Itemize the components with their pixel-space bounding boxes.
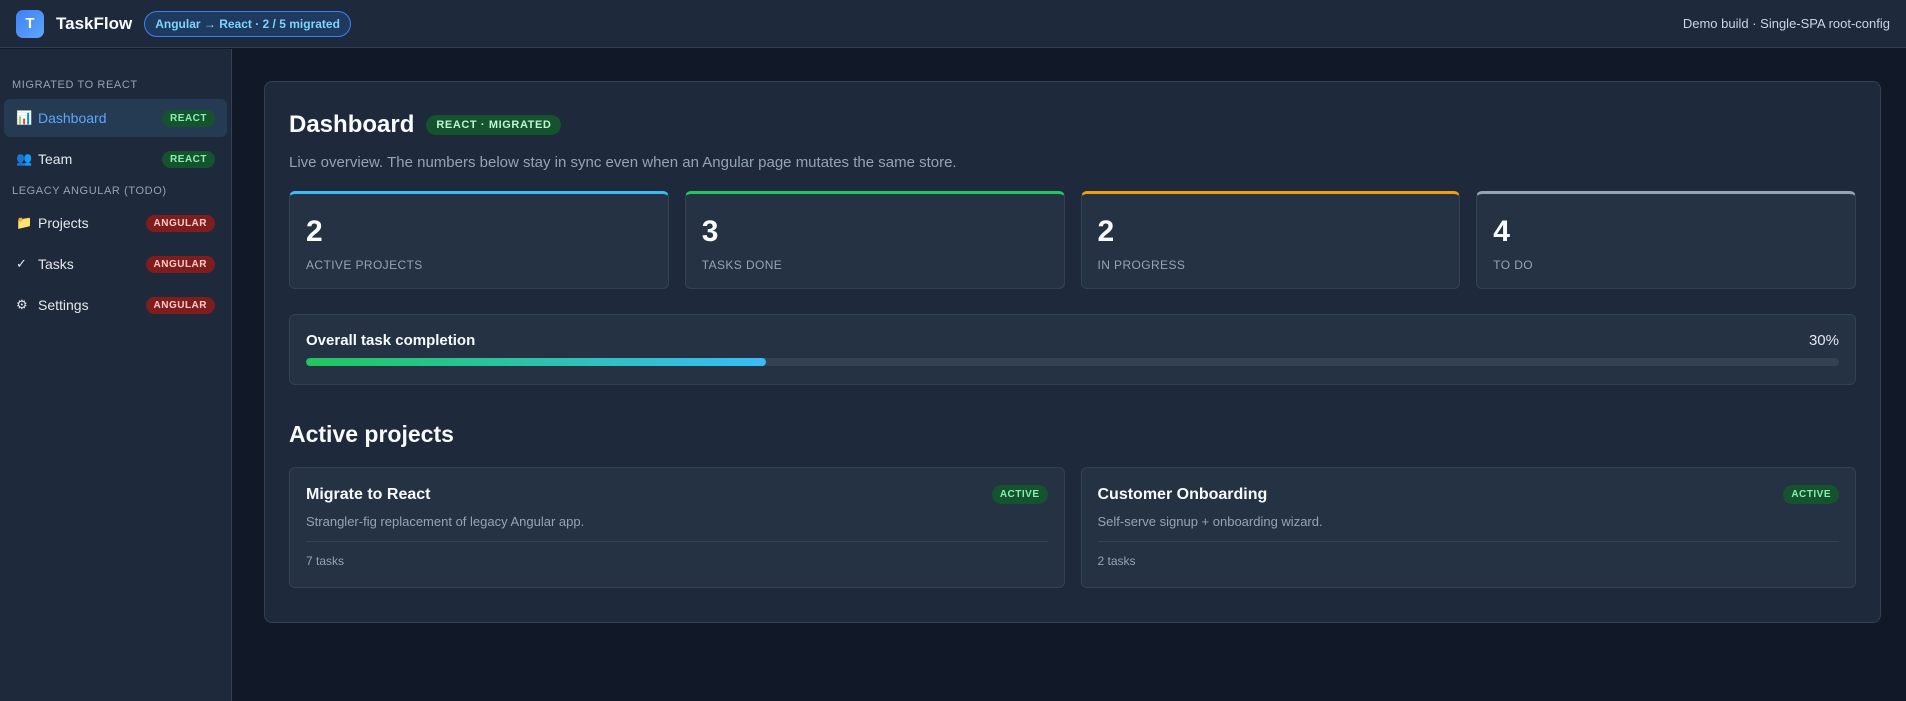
title-row: Dashboard REACT · MIGRATED: [289, 108, 1856, 142]
sidebar-item-team[interactable]: 👥 Team REACT: [4, 140, 227, 178]
project-header: Migrate to React ACTIVE: [306, 485, 1048, 504]
projects-section-title: Active projects: [289, 421, 454, 447]
sidebar-item-label: Projects: [38, 215, 89, 231]
sidebar-section-migrated: Migrated to React: [12, 79, 138, 91]
checkmark-icon: ✓: [16, 256, 27, 271]
sidebar-section-legacy: Legacy Angular (todo): [12, 185, 167, 197]
stat-value: 2: [306, 215, 323, 248]
completion-percent: 30%: [1808, 332, 1839, 349]
folder-icon: 📁: [16, 215, 33, 230]
stat-card-to-do: 4 To do: [1476, 191, 1856, 289]
status-badge: ACTIVE: [991, 485, 1048, 504]
stat-value: 4: [1493, 215, 1510, 248]
react-badge: REACT: [162, 150, 215, 168]
page-subtitle: Live overview. The numbers below stay in…: [289, 154, 957, 171]
top-bar: T TaskFlow Angular → React · 2 / 5 migra…: [0, 0, 1906, 48]
angular-badge: ANGULAR: [145, 255, 215, 273]
migration-status-badge: Angular → React · 2 / 5 migrated: [144, 10, 351, 37]
demo-build-note: Demo build · Single-SPA root-config: [1682, 16, 1890, 31]
project-divider: [1097, 541, 1839, 542]
stat-label: Active projects: [306, 258, 423, 272]
project-description: Self-serve signup + onboarding wizard.: [1097, 514, 1323, 529]
projects-grid: Migrate to React ACTIVE Strangler-fig re…: [289, 467, 1856, 588]
project-header: Customer Onboarding ACTIVE: [1097, 485, 1839, 504]
project-task-count: 7 tasks: [306, 554, 345, 568]
sidebar-item-tasks[interactable]: ✓ Tasks ANGULAR: [4, 245, 227, 283]
migrated-badge: REACT · MIGRATED: [426, 115, 562, 135]
project-description: Strangler-fig replacement of legacy Angu…: [306, 514, 585, 529]
project-card[interactable]: Customer Onboarding ACTIVE Self-serve si…: [1080, 467, 1856, 588]
sidebar-item-label: Dashboard: [38, 110, 107, 126]
sidebar-item-label: Settings: [38, 297, 89, 313]
completion-header: Overall task completion 30%: [306, 332, 1839, 349]
sidebar-item-label: Tasks: [38, 256, 74, 272]
react-badge: REACT: [162, 109, 215, 127]
status-badge: ACTIVE: [1783, 485, 1839, 504]
gear-icon: ⚙: [16, 297, 28, 312]
sidebar-item-projects[interactable]: 📁 Projects ANGULAR: [4, 204, 227, 242]
sidebar-item-settings[interactable]: ⚙ Settings ANGULAR: [4, 286, 227, 324]
stat-label: In progress: [1097, 258, 1186, 272]
stat-card-active-projects: 2 Active projects: [289, 191, 669, 289]
stats-row: 2 Active projects 3 Tasks done 2 In prog…: [289, 191, 1856, 289]
project-name: Customer Onboarding: [1097, 485, 1268, 503]
sidebar-item-label: Team: [38, 151, 73, 167]
stat-card-tasks-done: 3 Tasks done: [684, 191, 1065, 289]
angular-badge: ANGULAR: [145, 296, 215, 314]
completion-title: Overall task completion: [306, 332, 476, 349]
chart-icon: 📊: [16, 110, 33, 125]
project-task-count: 2 tasks: [1097, 554, 1136, 568]
app-logo[interactable]: T: [16, 9, 44, 38]
sidebar-item-dashboard[interactable]: 📊 Dashboard REACT: [4, 99, 227, 137]
dashboard-panel: Dashboard REACT · MIGRATED Live overview…: [264, 81, 1881, 623]
project-card[interactable]: Migrate to React ACTIVE Strangler-fig re…: [289, 467, 1065, 588]
sidebar: Migrated to React 📊 Dashboard REACT 👥 Te…: [0, 49, 232, 701]
project-divider: [306, 541, 1048, 542]
angular-badge: ANGULAR: [145, 214, 215, 232]
stat-card-in-progress: 2 In progress: [1080, 191, 1461, 289]
stat-value: 2: [1097, 215, 1115, 248]
page-title: Dashboard: [289, 111, 415, 138]
team-icon: 👥: [16, 151, 33, 166]
project-name: Migrate to React: [306, 485, 431, 503]
stat-label: Tasks done: [701, 258, 783, 272]
progress-fill: [306, 358, 766, 366]
app-brand: TaskFlow: [56, 13, 133, 33]
completion-card: Overall task completion 30%: [289, 314, 1856, 385]
progress-track: [306, 358, 1839, 366]
stat-value: 3: [701, 215, 719, 248]
stat-label: To do: [1493, 258, 1534, 272]
